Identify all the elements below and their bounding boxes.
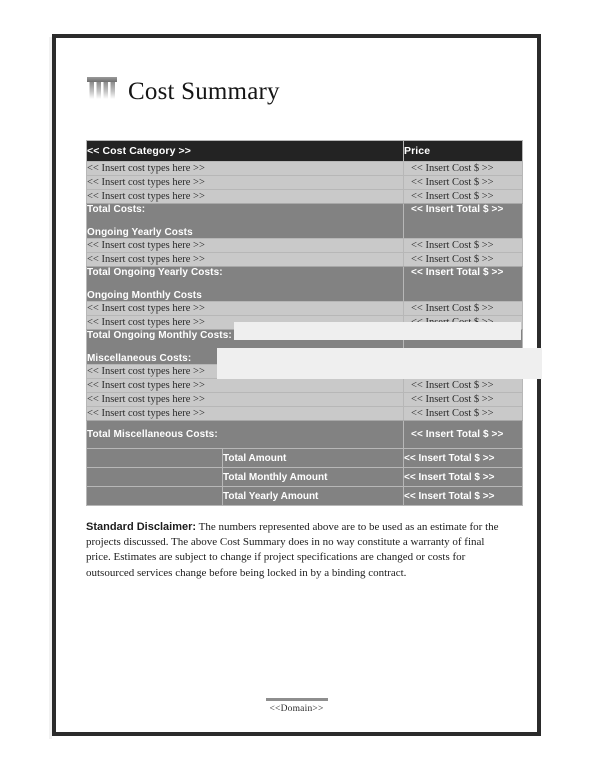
table-total-row: Total Miscellaneous Costs: << Insert Tot… [86,420,523,449]
total-ongoing-yearly-cell: Total Ongoing Yearly Costs: Ongoing Mont… [86,266,404,302]
document-content: Cost Summary << Cost Category >> Price <… [86,60,542,592]
cost-item-label: << Insert cost types here >> [86,252,404,267]
total-price: << Insert Total $ >> [403,266,523,302]
cost-item-label: << Insert cost types here >> [86,175,404,190]
cost-item-label: << Insert cost types here >> [86,301,404,316]
cost-item-label: << Insert cost types here >> [86,189,404,204]
document-header: Cost Summary [86,60,522,106]
cost-item-price: << Insert Cost $ >> [403,378,523,393]
cost-item-label: << Insert cost types here >> [86,392,404,407]
page-title: Cost Summary [128,78,280,105]
total-costs-cell: Total Costs: Ongoing Yearly Costs [86,203,404,239]
table-row[interactable]: << Insert cost types here >> << Insert C… [86,406,523,421]
cost-item-price: << Insert Cost $ >> [403,238,523,253]
summary-blank-cell [86,486,223,506]
summary-row: Total Monthly Amount << Insert Total $ >… [86,467,523,487]
table-row[interactable]: << Insert cost types here >> << Insert C… [86,161,523,176]
header-cost-category: << Cost Category >> [86,140,404,162]
section-label: Ongoing Monthly Costs [87,290,202,301]
summary-label: Total Yearly Amount [222,486,404,506]
total-label: Total Costs: [87,204,146,215]
summary-label: Total Amount [222,448,404,468]
table-row[interactable]: << Insert cost types here >> << Insert C… [86,252,523,267]
cost-item-price: << Insert Cost $ >> [403,406,523,421]
table-row[interactable]: << Insert cost types here >> << Insert C… [86,392,523,407]
footer-domain: <<Domain>> [269,704,324,714]
cost-item-price: << Insert Cost $ >> [403,252,523,267]
footer-divider [265,698,328,701]
section-label: Ongoing Yearly Costs [87,227,193,238]
pillar-column-icon [87,77,117,99]
cost-item-label: << Insert cost types here >> [86,406,404,421]
summary-label: Total Monthly Amount [222,467,404,487]
standard-disclaimer: Standard Disclaimer: The numbers represe… [86,520,510,581]
table-row[interactable]: << Insert cost types here >> << Insert C… [86,238,523,253]
summary-blank-cell [86,467,223,487]
cost-item-label: << Insert cost types here >> [86,378,404,393]
table-row[interactable]: << Insert cost types here >> << Insert C… [86,301,523,316]
table-row[interactable]: << Insert cost types here >> << Insert C… [86,175,523,190]
cost-item-label: << Insert cost types here >> [86,238,404,253]
cost-item-label: << Insert cost types here >> [86,161,404,176]
cost-item-price: << Insert Cost $ >> [403,161,523,176]
cost-item-price: << Insert Cost $ >> [403,392,523,407]
total-label: Total Ongoing Yearly Costs: [87,267,223,278]
document-page: Cost Summary << Cost Category >> Price <… [49,34,542,739]
placeholder-box [217,348,542,379]
table-total-row: Total Costs: Ongoing Yearly Costs << Ins… [86,203,523,239]
table-row[interactable]: << Insert cost types here >> << Insert C… [86,378,523,393]
summary-row: Total Amount << Insert Total $ >> [86,448,523,468]
total-price: << Insert Total $ >> [403,420,523,449]
total-price: << Insert Total $ >> [403,203,523,239]
cost-item-price: << Insert Cost $ >> [403,189,523,204]
table-row[interactable]: << Insert cost types here >> << Insert C… [86,189,523,204]
table-header-row: << Cost Category >> Price [86,140,523,162]
page-footer: <<Domain>> [52,698,541,714]
placeholder-box [234,322,521,340]
header-price: Price [403,140,523,162]
cost-item-price: << Insert Cost $ >> [403,175,523,190]
disclaimer-lead: Standard Disclaimer: [86,521,197,533]
cost-item-price: << Insert Cost $ >> [403,301,523,316]
summary-price: << Insert Total $ >> [403,467,523,487]
summary-price: << Insert Total $ >> [403,448,523,468]
summary-blank-cell [86,448,223,468]
summary-price: << Insert Total $ >> [403,486,523,506]
total-label: Total Ongoing Monthly Costs: [87,330,232,341]
table-total-row: Total Ongoing Yearly Costs: Ongoing Mont… [86,266,523,302]
total-miscellaneous-cell: Total Miscellaneous Costs: [86,420,404,449]
summary-row: Total Yearly Amount << Insert Total $ >> [86,486,523,506]
